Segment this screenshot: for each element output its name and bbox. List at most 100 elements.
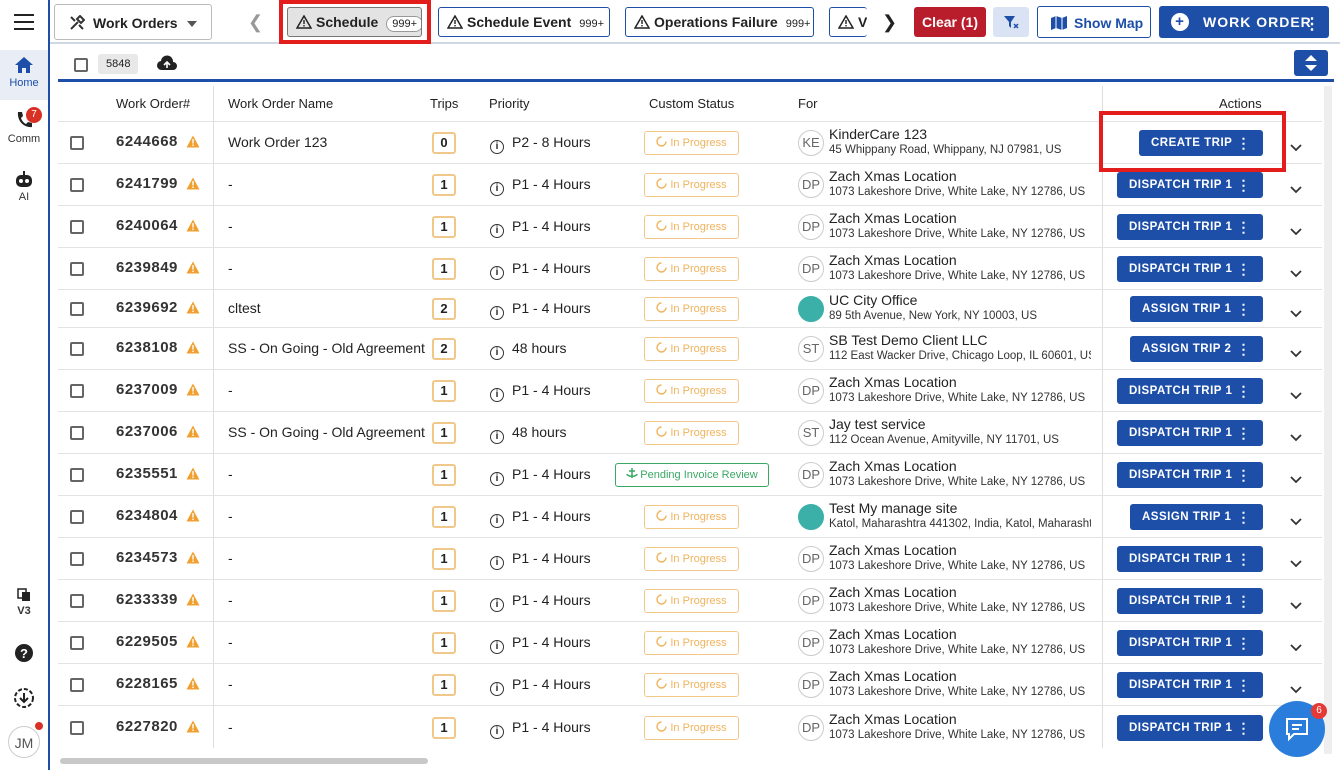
row-checkbox[interactable] bbox=[70, 383, 84, 398]
kebab-icon[interactable]: ⋮ bbox=[1237, 420, 1252, 446]
trips-count[interactable]: 0 bbox=[432, 132, 456, 154]
horizontal-scrollbar[interactable] bbox=[60, 758, 428, 764]
vertical-scrollbar[interactable] bbox=[1324, 86, 1332, 754]
row-checkbox[interactable] bbox=[70, 135, 84, 150]
filter-button[interactable] bbox=[993, 7, 1029, 37]
chevron-down-icon[interactable] bbox=[1290, 513, 1302, 529]
status-badge[interactable]: In Progress bbox=[644, 131, 739, 155]
for-location[interactable]: Jay test service 112 Ocean Avenue, Amityv… bbox=[829, 416, 1091, 448]
work-order-id[interactable]: 6237006 bbox=[116, 423, 200, 442]
work-order-id[interactable]: 6233339 bbox=[116, 591, 200, 610]
kebab-icon[interactable]: ⋮ bbox=[1237, 172, 1252, 198]
row-checkbox[interactable] bbox=[70, 720, 84, 735]
kebab-icon[interactable]: ⋮ bbox=[1237, 336, 1252, 362]
work-order-id[interactable]: 6227820 bbox=[116, 718, 200, 737]
row-checkbox[interactable] bbox=[70, 341, 84, 356]
kebab-icon[interactable]: ⋮ bbox=[1237, 214, 1252, 240]
work-order-id[interactable]: 6234573 bbox=[116, 549, 200, 568]
chevron-down-icon[interactable] bbox=[1290, 223, 1302, 239]
sort-button[interactable] bbox=[1294, 50, 1328, 76]
for-location[interactable]: SB Test Demo Client LLC 112 East Wacker D… bbox=[829, 332, 1091, 364]
status-badge[interactable]: In Progress bbox=[644, 547, 739, 571]
row-action-button[interactable]: DISPATCH TRIP 1 ⋮ bbox=[1117, 462, 1263, 488]
work-order-id[interactable]: 6240064 bbox=[116, 217, 200, 236]
row-action-button[interactable]: DISPATCH TRIP 1 ⋮ bbox=[1117, 378, 1263, 404]
table-row[interactable]: 6239692 cltest 2 i P1 - 4 Hours In Progress UC… bbox=[58, 289, 1322, 327]
chevron-down-icon[interactable] bbox=[1290, 345, 1302, 361]
row-action-button[interactable]: ASSIGN TRIP 2 ⋮ bbox=[1130, 336, 1263, 362]
status-badge[interactable]: In Progress bbox=[644, 673, 739, 697]
status-badge[interactable]: In Progress bbox=[644, 215, 739, 239]
row-checkbox[interactable] bbox=[70, 593, 84, 608]
clear-filters-button[interactable]: Clear (1) bbox=[914, 7, 986, 37]
table-row[interactable]: 6228165-1 i P1 - 4 Hours In Progress DP Zach … bbox=[58, 663, 1322, 705]
select-all-checkbox[interactable] bbox=[74, 58, 88, 72]
work-order-id[interactable]: 6239692 bbox=[116, 299, 200, 318]
trips-count[interactable]: 1 bbox=[432, 174, 456, 196]
chevron-down-icon[interactable] bbox=[1290, 555, 1302, 571]
trips-count[interactable]: 1 bbox=[432, 548, 456, 570]
table-row[interactable]: 6238108 SS - On Going - Old Agreement 2 i 48… bbox=[58, 327, 1322, 369]
kebab-icon[interactable]: ⋮ bbox=[1237, 630, 1252, 656]
status-badge[interactable]: Pending Invoice Review bbox=[615, 463, 769, 487]
row-action-button[interactable]: DISPATCH TRIP 1 ⋮ bbox=[1117, 672, 1263, 698]
trips-count[interactable]: 1 bbox=[432, 632, 456, 654]
status-badge[interactable]: In Progress bbox=[644, 589, 739, 613]
tab-operations-failure[interactable]: Operations Failure 999+ bbox=[625, 7, 814, 37]
trips-count[interactable]: 2 bbox=[432, 338, 456, 360]
rail-help[interactable]: ? bbox=[0, 643, 48, 666]
row-action-button[interactable]: DISPATCH TRIP 1 ⋮ bbox=[1117, 630, 1263, 656]
rail-ai[interactable]: AI bbox=[0, 170, 48, 210]
row-checkbox[interactable] bbox=[70, 551, 84, 566]
trips-count[interactable]: 1 bbox=[432, 216, 456, 238]
work-order-id[interactable]: 6229505 bbox=[116, 633, 200, 652]
row-action-button[interactable]: DISPATCH TRIP 1 ⋮ bbox=[1117, 172, 1263, 198]
table-row[interactable]: 6229505-1 i P1 - 4 Hours In Progress DP Zach … bbox=[58, 621, 1322, 663]
col-work-order-name[interactable]: Work Order Name bbox=[228, 96, 333, 111]
status-badge[interactable]: In Progress bbox=[644, 297, 739, 321]
table-row[interactable]: 6233339-1 i P1 - 4 Hours In Progress DP Zach … bbox=[58, 579, 1322, 621]
work-order-id[interactable]: 6239849 bbox=[116, 259, 200, 278]
row-action-button[interactable]: DISPATCH TRIP 1 ⋮ bbox=[1117, 588, 1263, 614]
status-badge[interactable]: In Progress bbox=[644, 257, 739, 281]
trips-count[interactable]: 1 bbox=[432, 258, 456, 280]
kebab-icon[interactable]: ⋮ bbox=[1237, 378, 1252, 404]
trips-count[interactable]: 1 bbox=[432, 674, 456, 696]
row-checkbox[interactable] bbox=[70, 425, 84, 440]
for-location[interactable]: Zach Xmas Location 1073 Lakeshore Drive, … bbox=[829, 458, 1091, 490]
table-row[interactable]: 6234804 - 1 i P1 - 4 Hours In Progress Test My… bbox=[58, 495, 1322, 537]
for-location[interactable]: Zach Xmas Location 1073 Lakeshore Drive, … bbox=[829, 168, 1091, 200]
chevron-down-icon[interactable] bbox=[1290, 305, 1302, 321]
row-action-button[interactable]: DISPATCH TRIP 1 ⋮ bbox=[1117, 214, 1263, 240]
status-badge[interactable]: In Progress bbox=[644, 716, 739, 740]
kebab-icon[interactable]: ⋮ bbox=[1237, 256, 1252, 282]
chevron-down-icon[interactable] bbox=[1290, 429, 1302, 445]
work-order-id[interactable]: 6238108 bbox=[116, 339, 200, 358]
rail-download[interactable] bbox=[0, 687, 48, 712]
chevron-down-icon[interactable] bbox=[1290, 681, 1302, 697]
row-checkbox[interactable] bbox=[70, 467, 84, 482]
tab-schedule-event[interactable]: Schedule Event 999+ bbox=[438, 7, 610, 37]
work-order-id[interactable]: 6244668 bbox=[116, 133, 200, 152]
status-badge[interactable]: In Progress bbox=[644, 337, 739, 361]
rail-home[interactable]: Home bbox=[0, 50, 48, 100]
chevron-down-icon[interactable] bbox=[1290, 471, 1302, 487]
new-work-order-button[interactable]: + WORK ORDER ⋮ bbox=[1159, 6, 1329, 38]
row-checkbox[interactable] bbox=[70, 635, 84, 650]
table-row[interactable]: 6235551 - 1 i P1 - 4 Hours Pending Invoice Re… bbox=[58, 453, 1322, 495]
trips-count[interactable]: 2 bbox=[432, 298, 456, 320]
show-map-button[interactable]: Show Map bbox=[1037, 6, 1151, 38]
chevron-down-icon[interactable] bbox=[1290, 597, 1302, 613]
for-location[interactable]: KinderCare 123 45 Whippany Road, Whippany… bbox=[829, 126, 1091, 158]
work-order-id[interactable]: 6234804 bbox=[116, 507, 200, 526]
row-checkbox[interactable] bbox=[70, 219, 84, 234]
trips-count[interactable]: 1 bbox=[432, 717, 456, 739]
table-row[interactable]: 6237009-1 i P1 - 4 Hours In Progress DP Zach … bbox=[58, 369, 1322, 411]
for-location[interactable]: Zach Xmas Location 1073 Lakeshore Drive, … bbox=[829, 252, 1091, 284]
status-badge[interactable]: In Progress bbox=[644, 421, 739, 445]
row-checkbox[interactable] bbox=[70, 261, 84, 276]
col-priority[interactable]: Priority bbox=[489, 96, 529, 111]
trips-count[interactable]: 1 bbox=[432, 422, 456, 444]
kebab-icon[interactable]: ⋮ bbox=[1237, 504, 1252, 530]
work-order-id[interactable]: 6241799 bbox=[116, 175, 200, 194]
